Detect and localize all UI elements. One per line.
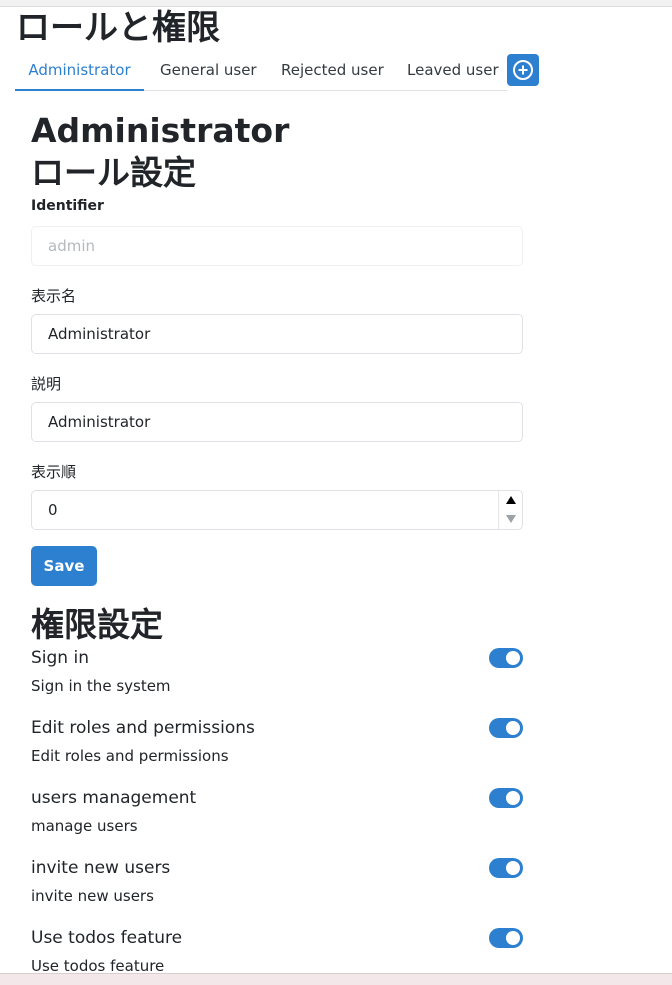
role-name-heading: Administrator bbox=[31, 111, 290, 150]
order-label: 表示順 bbox=[31, 463, 77, 481]
role-tabs: Administrator General user Rejected user… bbox=[15, 50, 507, 91]
display-name-field[interactable] bbox=[31, 314, 523, 354]
permission-name: Sign in bbox=[31, 648, 89, 668]
permission-toggle-sign-in[interactable] bbox=[489, 648, 523, 668]
browser-bottom-strip bbox=[0, 973, 672, 985]
order-number-field[interactable] bbox=[31, 490, 523, 530]
spinner-up-icon[interactable] bbox=[506, 496, 516, 504]
permissions-title: 権限設定 bbox=[31, 605, 163, 644]
identifier-label: Identifier bbox=[31, 198, 104, 214]
display-name-label: 表示名 bbox=[31, 287, 77, 305]
permission-description: Sign in the system bbox=[31, 677, 171, 695]
description-label: 説明 bbox=[31, 375, 62, 393]
permission-toggle-invite-users[interactable] bbox=[489, 858, 523, 878]
permission-description: manage users bbox=[31, 817, 138, 835]
plus-circle-icon bbox=[513, 60, 533, 80]
permission-toggle-todos[interactable] bbox=[489, 928, 523, 948]
tab-general-user[interactable]: General user bbox=[160, 50, 257, 90]
permission-toggle-edit-roles[interactable] bbox=[489, 718, 523, 738]
permission-description: invite new users bbox=[31, 887, 154, 905]
identifier-field bbox=[31, 226, 523, 266]
permission-name: invite new users bbox=[31, 858, 171, 878]
permission-name: users management bbox=[31, 788, 197, 808]
description-field[interactable] bbox=[31, 402, 523, 442]
page-title: ロールと権限 bbox=[16, 8, 220, 48]
save-button[interactable]: Save bbox=[31, 546, 97, 586]
permission-toggle-users-management[interactable] bbox=[489, 788, 523, 808]
tab-leaved-user[interactable]: Leaved user bbox=[407, 50, 499, 90]
permission-name: Use todos feature bbox=[31, 928, 183, 948]
tab-rejected-user[interactable]: Rejected user bbox=[281, 50, 384, 90]
spinner-down-icon[interactable] bbox=[506, 515, 516, 523]
tab-administrator[interactable]: Administrator bbox=[15, 50, 144, 91]
permission-description: Edit roles and permissions bbox=[31, 747, 229, 765]
add-role-button[interactable] bbox=[507, 54, 539, 86]
permission-name: Edit roles and permissions bbox=[31, 718, 255, 738]
role-settings-heading: ロール設定 bbox=[31, 153, 196, 192]
role-settings-title: Administrator ロール設定 bbox=[31, 110, 289, 194]
order-spinner[interactable] bbox=[498, 491, 523, 529]
